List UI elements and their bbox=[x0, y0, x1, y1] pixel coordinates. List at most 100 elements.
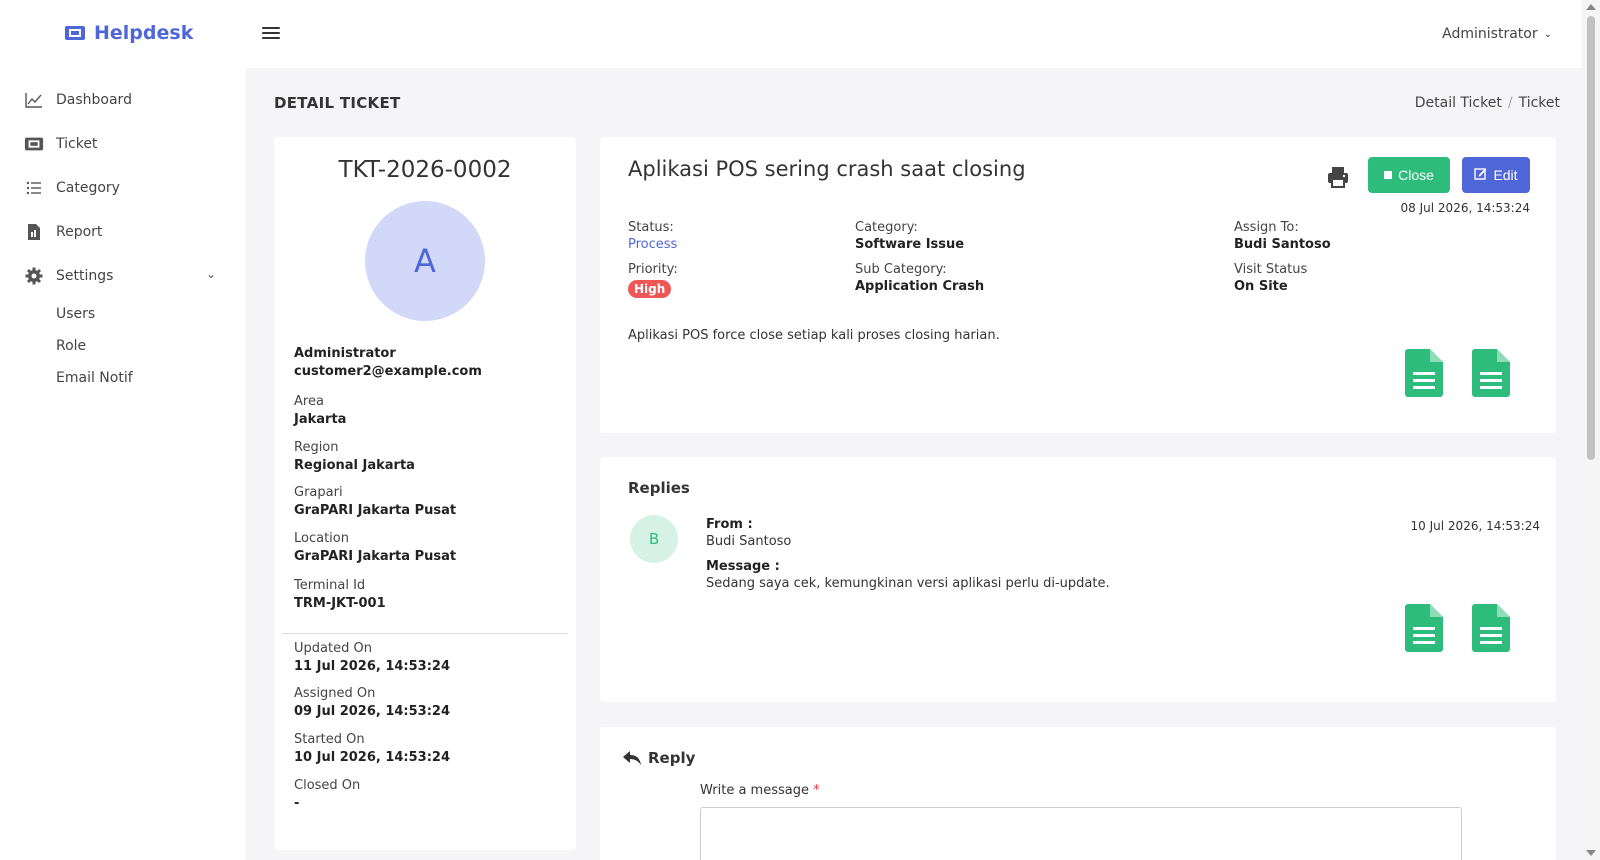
ticket-description: Aplikasi POS force close setiap kali pro… bbox=[628, 328, 1000, 343]
assign-value: Budi Santoso bbox=[1234, 237, 1331, 252]
field-label: From : bbox=[706, 517, 753, 532]
info-label: Started On bbox=[294, 732, 365, 747]
edit-button-label: Edit bbox=[1493, 167, 1518, 183]
attachment-file-icon[interactable] bbox=[1472, 604, 1510, 652]
sidebar-sub-role[interactable]: Role bbox=[56, 338, 86, 354]
reply-arrow-icon bbox=[623, 751, 641, 765]
breadcrumb-item[interactable]: Detail Ticket bbox=[1415, 95, 1502, 111]
sidebar-item-dashboard[interactable]: Dashboard bbox=[24, 90, 132, 110]
sidebar-item-label: Settings bbox=[56, 268, 114, 284]
breadcrumb: Detail Ticket / Ticket bbox=[1414, 95, 1560, 111]
required-mark: * bbox=[813, 783, 820, 798]
field-status: Status: Process bbox=[628, 220, 677, 252]
edit-ticket-button[interactable]: Edit bbox=[1462, 157, 1530, 193]
chevron-down-icon: ⌄ bbox=[1543, 28, 1552, 40]
field-label: Priority: bbox=[628, 262, 678, 277]
status-value: Process bbox=[628, 237, 678, 252]
scrollbar[interactable] bbox=[1582, 0, 1600, 860]
print-icon[interactable] bbox=[1326, 165, 1350, 189]
sidebar-item-label: Dashboard bbox=[56, 92, 132, 108]
reply-form-title: Reply bbox=[622, 749, 695, 767]
scroll-down-icon[interactable] bbox=[1586, 850, 1596, 856]
field-label: Status: bbox=[628, 220, 674, 235]
topbar: Helpdesk Administrator ⌄ bbox=[0, 0, 1582, 68]
sidebar-item-report[interactable]: Report bbox=[24, 222, 102, 242]
requester-email: customer2@example.com bbox=[294, 364, 482, 379]
replies-title: Replies bbox=[628, 479, 690, 497]
info-grapari: Grapari GraPARI Jakarta Pusat bbox=[294, 485, 456, 518]
info-value: Regional Jakarta bbox=[294, 458, 415, 473]
reply-from: From : Budi Santoso bbox=[706, 517, 791, 549]
scroll-thumb[interactable] bbox=[1587, 16, 1595, 460]
attachment-file-icon[interactable] bbox=[1472, 349, 1510, 397]
brand-name: Helpdesk bbox=[94, 22, 194, 44]
ticket-info-card: TKT-2026-0002 A Administrator customer2@… bbox=[274, 137, 576, 850]
replies-card: Replies B From : Budi Santoso Message : … bbox=[600, 457, 1556, 702]
info-label: Grapari bbox=[294, 485, 343, 500]
close-ticket-button[interactable]: Close bbox=[1368, 157, 1450, 193]
ticket-detail-card: Aplikasi POS sering crash saat closing C… bbox=[600, 137, 1556, 433]
chevron-down-icon[interactable]: ⌄ bbox=[206, 267, 216, 281]
info-label: Terminal Id bbox=[294, 578, 366, 593]
info-value: GraPARI Jakarta Pusat bbox=[294, 503, 457, 518]
visit-status-value: On Site bbox=[1234, 279, 1288, 294]
sidebar-sub-email-notif[interactable]: Email Notif bbox=[56, 370, 133, 386]
field-assign-to: Assign To: Budi Santoso bbox=[1234, 220, 1331, 252]
attachment-file-icon[interactable] bbox=[1405, 349, 1443, 397]
info-label: Assigned On bbox=[294, 686, 376, 701]
edit-icon bbox=[1474, 167, 1487, 183]
scroll-up-icon[interactable] bbox=[1586, 4, 1596, 10]
sidebar-item-settings[interactable]: Settings bbox=[24, 266, 113, 286]
info-label: Area bbox=[294, 394, 324, 409]
field-label: Visit Status bbox=[1234, 262, 1308, 277]
info-updated-on: Updated On 11 Jul 2026, 14:53:24 bbox=[294, 641, 450, 674]
field-label: Category: bbox=[855, 220, 918, 235]
sidebar: Dashboard Ticket Category Report Setting… bbox=[0, 68, 246, 860]
info-assigned-on: Assigned On 09 Jul 2026, 14:53:24 bbox=[294, 686, 450, 719]
reply-form-title-text: Reply bbox=[648, 749, 696, 767]
sub-category-value: Application Crash bbox=[855, 279, 985, 294]
info-value: Jakarta bbox=[294, 412, 347, 427]
info-value: TRM-JKT-001 bbox=[294, 596, 386, 611]
reply-message-value: Sedang saya cek, kemungkinan versi aplik… bbox=[706, 576, 1110, 591]
category-value: Software Issue bbox=[855, 237, 965, 252]
sidebar-item-label: Ticket bbox=[56, 136, 98, 152]
sidebar-item-category[interactable]: Category bbox=[24, 178, 120, 198]
stop-square-icon bbox=[1384, 171, 1393, 179]
ticket-created-date: 08 Jul 2026, 14:53:24 bbox=[1400, 201, 1530, 215]
user-name: Administrator bbox=[1442, 26, 1538, 42]
sidebar-sub-users[interactable]: Users bbox=[56, 306, 95, 322]
info-label: Location bbox=[294, 531, 349, 546]
page-title: DETAIL TICKET bbox=[274, 94, 401, 112]
priority-badge: High bbox=[628, 280, 672, 298]
info-started-on: Started On 10 Jul 2026, 14:53:24 bbox=[294, 732, 450, 765]
sidebar-item-ticket[interactable]: Ticket bbox=[24, 134, 97, 154]
reply-message: Message : Sedang saya cek, kemungkinan v… bbox=[706, 559, 1110, 591]
field-priority: Priority: High bbox=[628, 262, 678, 298]
info-label: Region bbox=[294, 440, 339, 455]
field-label: Assign To: bbox=[1234, 220, 1299, 235]
reply-label-text: Write a message bbox=[700, 783, 809, 798]
breadcrumb-item[interactable]: Ticket bbox=[1519, 95, 1560, 111]
menu-toggle-icon[interactable] bbox=[262, 24, 280, 42]
attachment-file-icon[interactable] bbox=[1405, 604, 1443, 652]
info-area: Area Jakarta bbox=[294, 394, 346, 427]
divider bbox=[282, 633, 568, 634]
info-location: Location GraPARI Jakarta Pusat bbox=[294, 531, 456, 564]
field-sub-category: Sub Category: Application Crash bbox=[855, 262, 984, 294]
info-label: Updated On bbox=[294, 641, 372, 656]
avatar: B bbox=[630, 515, 678, 563]
reply-message-label: Write a message * bbox=[700, 783, 820, 798]
chart-line-icon bbox=[24, 90, 44, 110]
field-category: Category: Software Issue bbox=[855, 220, 964, 252]
reply-from-value: Budi Santoso bbox=[706, 534, 792, 549]
sidebar-item-label: Report bbox=[56, 224, 103, 240]
reply-message-input[interactable] bbox=[700, 807, 1462, 860]
report-file-icon bbox=[24, 222, 44, 242]
info-label: Closed On bbox=[294, 778, 361, 793]
user-menu[interactable]: Administrator ⌄ bbox=[1442, 26, 1552, 42]
sidebar-item-label: Category bbox=[56, 180, 120, 196]
close-button-label: Close bbox=[1398, 167, 1434, 183]
brand-logo[interactable]: Helpdesk bbox=[64, 22, 193, 44]
field-label: Message : bbox=[706, 559, 780, 574]
